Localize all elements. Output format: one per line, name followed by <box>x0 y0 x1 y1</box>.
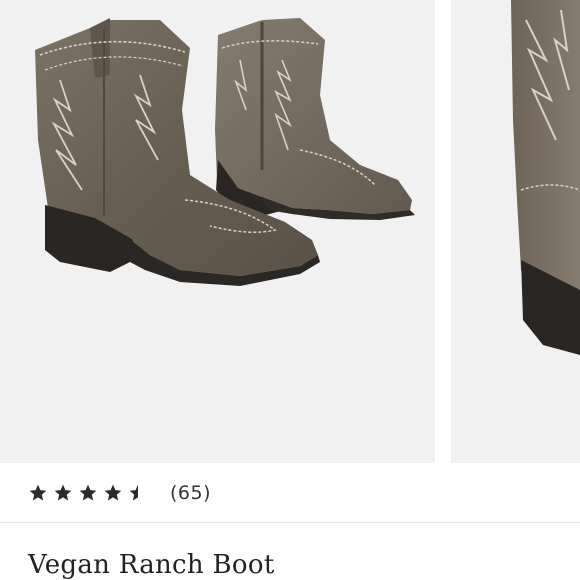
boot-closeup-illustration <box>511 0 580 355</box>
rating-row[interactable]: (65) <box>28 478 211 508</box>
star-full-icon <box>79 484 97 501</box>
star-full-icon <box>104 484 122 501</box>
product-image-main[interactable] <box>0 0 435 463</box>
boots-illustration <box>35 18 415 286</box>
star-full-icon <box>29 484 47 501</box>
star-half-icon <box>129 484 138 501</box>
product-image-next[interactable] <box>451 0 580 463</box>
back-boot <box>215 18 415 220</box>
review-count-link[interactable]: (65) <box>170 482 211 504</box>
star-full-icon <box>54 484 72 501</box>
divider <box>0 522 580 523</box>
product-image-gallery[interactable] <box>0 0 580 463</box>
star-rating <box>28 483 148 503</box>
product-title: Vegan Ranch Boot <box>28 550 275 580</box>
